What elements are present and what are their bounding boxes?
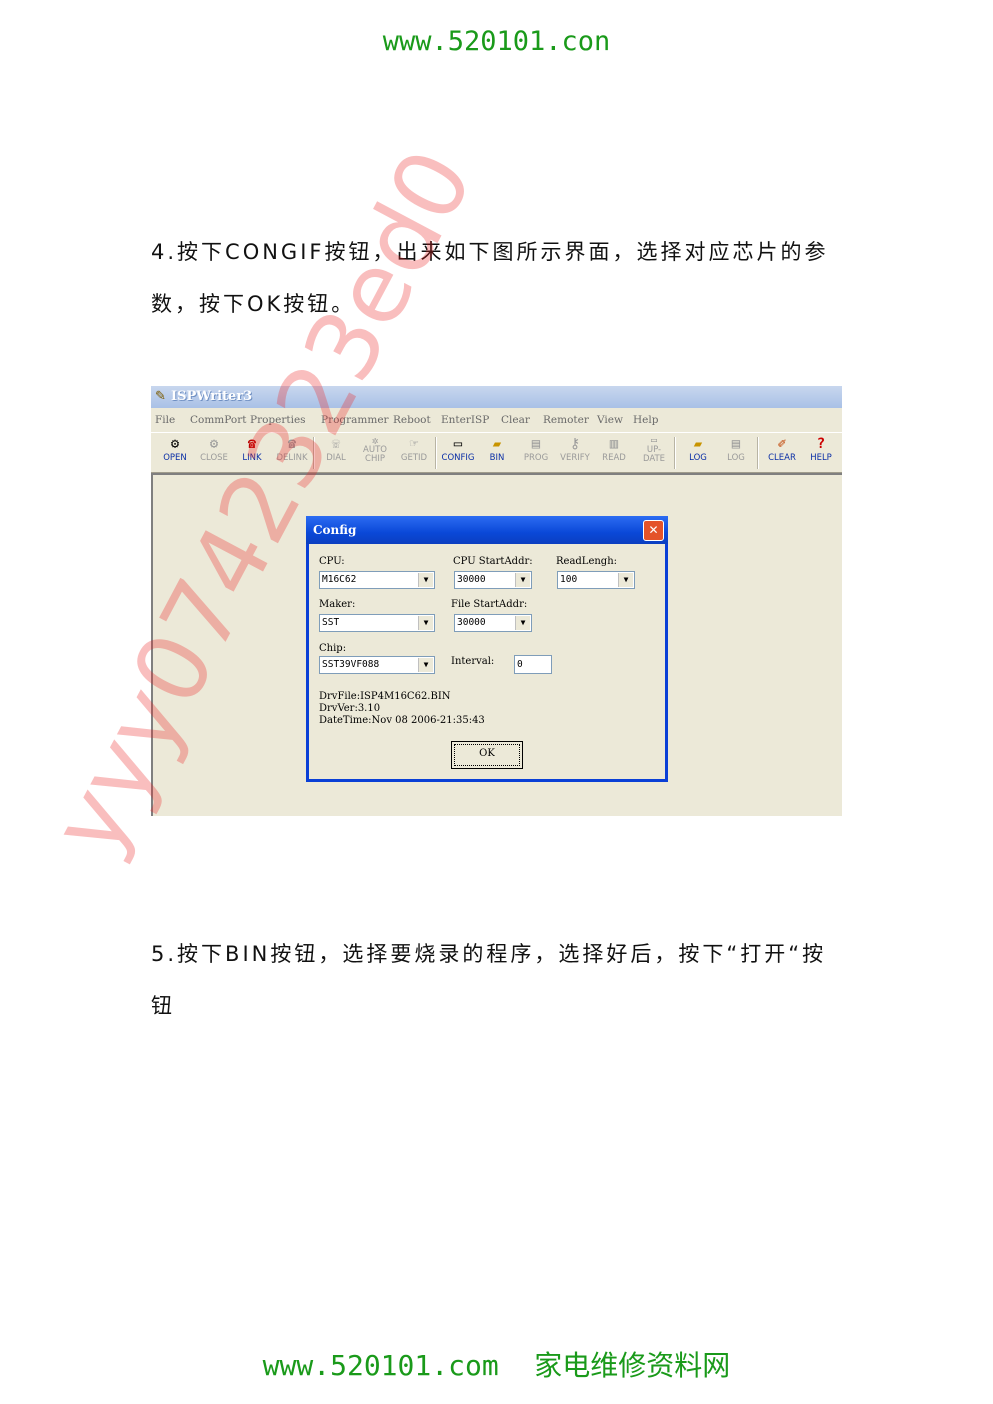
open-icon: ⚙: [170, 436, 180, 452]
close-port-icon: ⚙: [209, 436, 219, 452]
footer: www.520101.com 家电维修资料网: [0, 1344, 993, 1384]
maker-select[interactable]: SST ▼: [319, 614, 435, 632]
isp-writer-screenshot: ✎ ISPWriter3 File CommPort Properties Pro…: [151, 386, 842, 816]
verify-icon: ⚷: [569, 436, 581, 452]
phone-icon: ☎: [247, 436, 257, 452]
interval-input[interactable]: 0: [514, 655, 552, 674]
config-icon: ▭: [453, 436, 463, 452]
menu-clear[interactable]: Clear: [501, 414, 530, 426]
chevron-down-icon[interactable]: ▼: [418, 658, 433, 672]
toolbar: ⚙ OPEN ⚙ CLOSE ☎ LINK ☎ DELINK ☏ DIAL ✲ AUTO C…: [151, 432, 842, 473]
cpu-select[interactable]: M16C62 ▼: [319, 571, 435, 589]
pen-icon: ✎: [155, 389, 166, 404]
config-dialog: Config ✕ CPU: M16C62 ▼ CPU StartAddr: 300…: [306, 516, 668, 782]
help-icon: ?: [816, 436, 826, 452]
config-dialog-titlebar: Config ✕: [306, 516, 668, 544]
menu-programmer[interactable]: Programmer: [321, 414, 389, 426]
maker-label: Maker:: [319, 599, 356, 610]
drvfile-text: DrvFile:ISP4M16C62.BIN: [319, 691, 451, 702]
ok-button[interactable]: OK: [451, 741, 523, 769]
open-button[interactable]: ⚙ OPEN: [156, 435, 194, 469]
step5-text-line1: 5.按下BIN按钮，选择要烧录的程序，选择好后，按下“打开“按: [151, 942, 827, 966]
ok-button-focus: [454, 744, 520, 766]
app-titlebar: ✎ ISPWriter3: [151, 386, 842, 408]
toolbar-separator: [674, 437, 676, 469]
step5-text-line2: 钮: [151, 994, 175, 1018]
getid-button[interactable]: ☞ GETID: [395, 435, 433, 469]
step4-text-line1: 4.按下CONGIF按钮，出来如下图所示界面，选择对应芯片的参: [151, 240, 829, 264]
delink-button[interactable]: ☎ DELINK: [273, 435, 311, 469]
cpu-startaddr-label: CPU StartAddr:: [453, 556, 533, 567]
bin-folder-icon: ▰: [492, 436, 502, 452]
menu-bar: File CommPort Properties Programmer Rebo…: [151, 411, 842, 431]
bin-button[interactable]: ▰ BIN: [478, 435, 516, 469]
getid-icon: ☞: [409, 436, 419, 452]
menu-reboot[interactable]: Reboot: [393, 414, 431, 426]
link-button[interactable]: ☎ LINK: [233, 435, 271, 469]
dial-button[interactable]: ☏ DIAL: [317, 435, 355, 469]
prog-button[interactable]: ▤ PROG: [517, 435, 555, 469]
config-button[interactable]: ▭ CONFIG: [439, 435, 477, 469]
chip-label: Chip:: [319, 643, 347, 654]
menu-help[interactable]: Help: [633, 414, 658, 426]
chevron-down-icon[interactable]: ▼: [418, 573, 433, 587]
delink-icon: ☎: [287, 436, 297, 452]
interval-label: Interval:: [451, 656, 495, 667]
menu-remoter[interactable]: Remoter: [543, 414, 589, 426]
menu-enterisp[interactable]: EnterISP: [441, 414, 489, 426]
log-button[interactable]: ▰ LOG: [679, 435, 717, 469]
config-dialog-title: Config: [313, 523, 357, 537]
toolbar-separator: [757, 437, 759, 469]
drvver-text: DrvVer:3.10: [319, 703, 381, 714]
cpu-label: CPU:: [319, 556, 345, 567]
update-button[interactable]: ▭ UP- DATE: [635, 435, 673, 469]
toolbar-separator: [435, 437, 437, 469]
file-startaddr-select[interactable]: 30000 ▼: [454, 614, 532, 632]
chip-select[interactable]: SST39VF088 ▼: [319, 656, 435, 674]
chevron-down-icon[interactable]: ▼: [515, 616, 530, 630]
step4-text-line2: 数，按下OK按钮。: [151, 292, 356, 316]
broom-icon: ✐: [777, 436, 787, 452]
read-button[interactable]: ▥ READ: [595, 435, 633, 469]
verify-button[interactable]: ⚷ VERIFY: [556, 435, 594, 469]
menu-view[interactable]: View: [597, 414, 623, 426]
menu-properties[interactable]: Properties: [250, 414, 306, 426]
footer-site-name: 家电维修资料网: [534, 1349, 731, 1382]
menu-file[interactable]: File: [155, 414, 175, 426]
read-icon: ▥: [609, 436, 619, 452]
chevron-down-icon[interactable]: ▼: [418, 616, 433, 630]
readlength-select[interactable]: 100 ▼: [557, 571, 635, 589]
log-view-button[interactable]: ▤ LOG: [717, 435, 755, 469]
prog-icon: ▤: [531, 436, 541, 452]
close-icon[interactable]: ✕: [643, 520, 664, 541]
file-startaddr-label: File StartAddr:: [451, 599, 528, 610]
app-title: ISPWriter3: [171, 389, 253, 404]
clear-button[interactable]: ✐ CLEAR: [763, 435, 801, 469]
datetime-text: DateTime:Nov 08 2006-21:35:43: [319, 715, 485, 726]
menu-commport[interactable]: CommPort: [190, 414, 246, 426]
log-folder-icon: ▰: [693, 436, 703, 452]
toolbar-separator: [313, 437, 315, 469]
help-button[interactable]: ? HELP: [802, 435, 840, 469]
footer-url[interactable]: www.520101.com: [263, 1349, 499, 1382]
readlength-label: ReadLengh:: [556, 556, 618, 567]
close-button[interactable]: ⚙ CLOSE: [195, 435, 233, 469]
dial-icon: ☏: [331, 436, 341, 452]
chevron-down-icon[interactable]: ▼: [515, 573, 530, 587]
log-icon: ▤: [731, 436, 741, 452]
header-url[interactable]: www.520101.con: [0, 26, 993, 57]
autochip-button[interactable]: ✲ AUTO CHIP: [356, 435, 394, 469]
chevron-down-icon[interactable]: ▼: [618, 573, 633, 587]
cpu-startaddr-select[interactable]: 30000 ▼: [454, 571, 532, 589]
